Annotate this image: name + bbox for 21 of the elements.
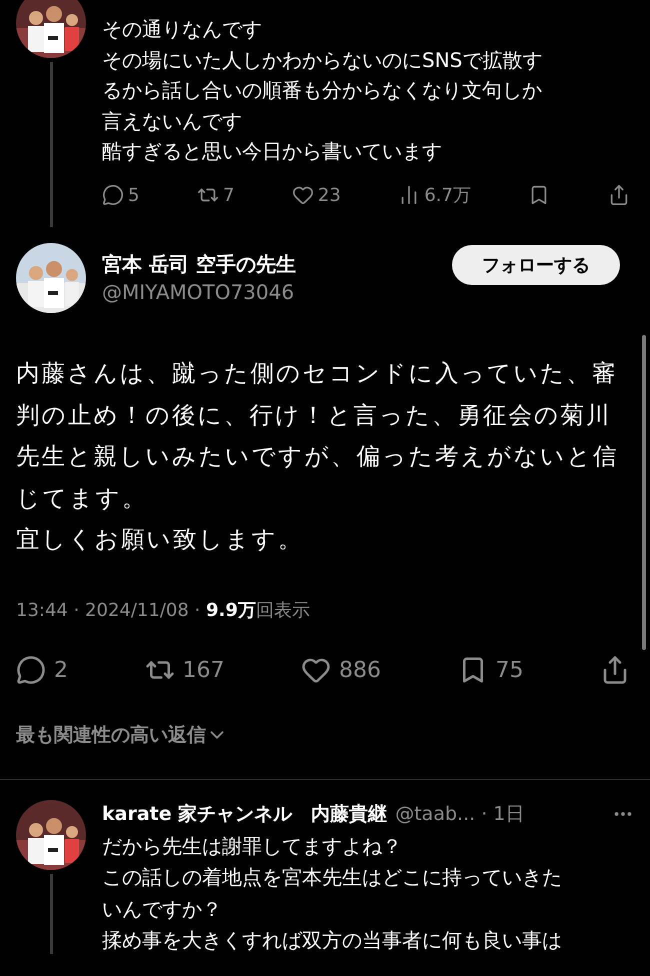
bookmark-action[interactable]: 75 bbox=[458, 654, 524, 686]
reply-action[interactable]: 5 bbox=[102, 182, 140, 208]
author-handle: @MIYAMOTO73046 bbox=[102, 279, 296, 306]
speech-bubble-icon bbox=[102, 184, 124, 206]
repost-action[interactable]: 167 bbox=[144, 654, 224, 686]
repost-action[interactable]: 7 bbox=[196, 182, 234, 208]
tweet-meta: 13:44 · 2024/11/08 · 9.9万回表示 bbox=[16, 598, 311, 622]
views-action[interactable]: 6.7万 bbox=[398, 182, 471, 208]
reply-action[interactable]: 2 bbox=[16, 654, 68, 686]
reply-text: その通りなんです その場にいた人しかわからないのにSNSで拡散す るから話し合いの順番も分からなくなり文句しか 言えないんです 酷すぎると思い今日から書いています bbox=[102, 16, 544, 165]
like-action[interactable]: 23 bbox=[292, 182, 341, 208]
heart-icon bbox=[292, 184, 314, 206]
author-handle: @taab... · 1日 bbox=[395, 802, 524, 827]
author-name: 宮本 岳司 空手の先生 bbox=[102, 251, 297, 277]
tweet-text: 内藤さんは、蹴った側のセコンドに入っていた、審 判の止め！の後に、行け！と言った、勇征会の菊川 先生と親しいみたいですが、偏った考えがないと信 じてます。 宜しくお願い致します。 bbox=[16, 358, 620, 555]
follow-button[interactable]: フォローする bbox=[452, 245, 620, 285]
author-name: karate 家チャンネル 内藤貴継 bbox=[102, 802, 388, 827]
reply-text: だから先生は謝罪してますよね？ この話しの着地点を宮本先生はどこに持っていきた いんですか？ 揉め事を大きくすれば双方の当事者に何も良い事は bbox=[102, 832, 563, 954]
speech-bubble-icon bbox=[16, 655, 46, 685]
sort-dropdown[interactable]: 最も関連性の高い返信 bbox=[16, 720, 228, 749]
like-action[interactable]: 886 bbox=[301, 654, 381, 686]
